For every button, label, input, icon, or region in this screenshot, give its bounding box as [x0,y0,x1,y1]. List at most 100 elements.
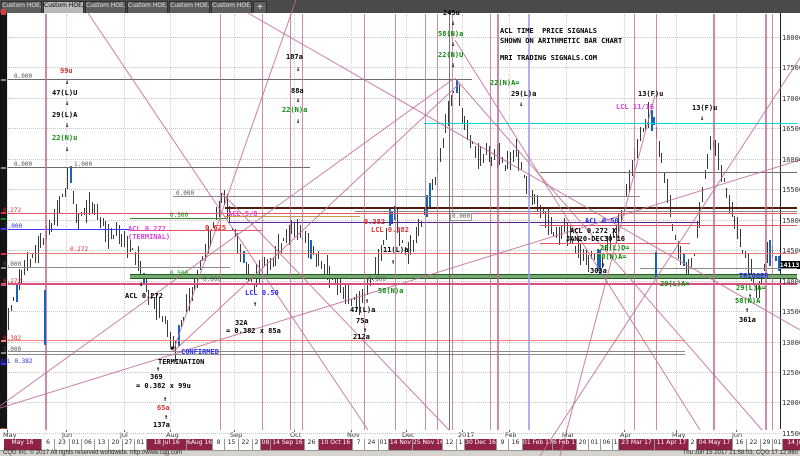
price-bar [354,297,355,300]
price-bar [702,187,703,202]
price-bar [300,225,301,238]
annotation-label: 187a [286,54,303,61]
retracement-label: 0.000 [14,162,32,168]
price-bar [561,226,562,239]
chart-tab-5[interactable]: Custom HOE,ADC [211,1,252,13]
price-bar [432,179,433,190]
price-bar [92,202,93,213]
status-bar: CQG Inc. © 2017 All rights reserved worl… [0,450,800,456]
date-cell: 2 [689,439,697,450]
price-bar [192,287,193,301]
annotation-label: 245u [443,10,460,17]
annotation-label: TERMINATION [158,359,204,366]
price-bar [737,217,738,239]
study-hline [540,225,797,226]
price-bar [726,188,727,198]
price-bar [383,240,384,245]
signal-bar [16,284,18,302]
date-cell: 14 Nov [389,439,413,450]
date-cell: May 16 [4,439,42,450]
annotation-label: ↓ [65,122,69,129]
price-bar [113,235,114,239]
study-hline [173,196,640,197]
price-bar [740,229,741,247]
price-bar [305,231,306,243]
chart-tab-0[interactable]: Custom HOE,ADC [1,1,42,13]
price-bar [51,223,52,232]
price-bar [734,216,735,229]
price-axis-label: 15000 [782,217,800,225]
annotation-label: ACL 0.272 [128,226,166,233]
price-bar [78,213,79,230]
chart-tab-2[interactable]: Custom HOE,ADC [85,1,126,13]
price-bar [594,253,595,260]
price-bar [35,245,36,263]
price-bar [588,255,589,272]
price-bar [491,157,492,166]
price-bar [308,233,309,258]
price-bar [59,196,60,213]
date-cell: 08 [261,439,271,450]
signal-segment [655,252,657,278]
price-bar [21,270,22,283]
chart-tab-4[interactable]: Custom HOE,ADC [169,1,210,13]
price-bar [189,288,190,311]
price-bar [443,138,444,148]
price-bar [343,287,344,299]
price-bar [181,320,182,327]
price-bar [435,177,436,185]
retracement-label: 0.000 [368,277,386,283]
annotation-label: MRI TRADING SIGNALS.COM [500,55,597,62]
price-bar [165,316,166,324]
price-bar [348,283,349,304]
annotation-label: 58(N)a [438,31,463,38]
date-cell: 11 Apr 17 [655,439,689,450]
price-bar [462,108,463,123]
time-axis-dates[interactable]: May 1662301061320270118 Jul 166Aug 16815… [4,439,800,450]
price-bar [553,232,554,236]
signal-bar [775,256,777,261]
price-bar [691,258,692,267]
price-bar [721,165,722,182]
annotation-label: ↑ [164,414,168,421]
price-bar [575,246,576,253]
annotation-label: ACL 0.50 [585,218,619,225]
price-bar [583,249,584,261]
retracement-label: 0.000 [14,74,32,80]
annotation-label: 22(N)u [52,135,77,142]
price-bar [532,190,533,205]
price-bar [167,320,168,337]
annotation-label: 75a [356,318,369,325]
chart-tab-3[interactable]: Custom HOE,ADC [127,1,168,13]
annotation-label: 369 [150,374,163,381]
add-tab-button[interactable]: + [253,1,267,13]
price-bar [518,150,519,171]
price-bar [667,179,668,203]
price-axis-label: 14500 [782,247,800,255]
date-cell: 30 Dec 16 [465,439,497,450]
date-cell: 04 May 17 [697,439,733,450]
annotation-label: ↓ [451,20,455,27]
annotation-label: 29(L)A= [736,285,766,292]
price-bar [516,139,517,157]
price-axis-label: 17000 [782,95,800,103]
retracement-label: 0.000 [3,262,21,268]
price-bar [707,154,708,169]
chart-tab-1[interactable]: Custom HOE,ADC [43,1,84,13]
price-bar [316,253,317,267]
annotation-label: 29(L)A= [660,281,690,288]
date-cell: 27 [123,439,135,450]
annotation-label: ↓ [296,97,300,104]
price-bar [89,192,90,215]
price-bar [715,140,716,156]
time-axis-months[interactable]: MayJunJulAugSepOctNovDec2017FebMarAprMay… [0,429,800,439]
date-cell: 01 [70,439,82,450]
price-bar [108,224,109,249]
price-bar [362,289,363,303]
price-bar [86,200,87,223]
price-axis-label: 13000 [782,339,800,347]
annotation-label: ↓ [451,62,455,69]
price-bar [440,148,441,162]
price-bar [483,154,484,163]
annotation-label: 0.625 [205,225,226,232]
